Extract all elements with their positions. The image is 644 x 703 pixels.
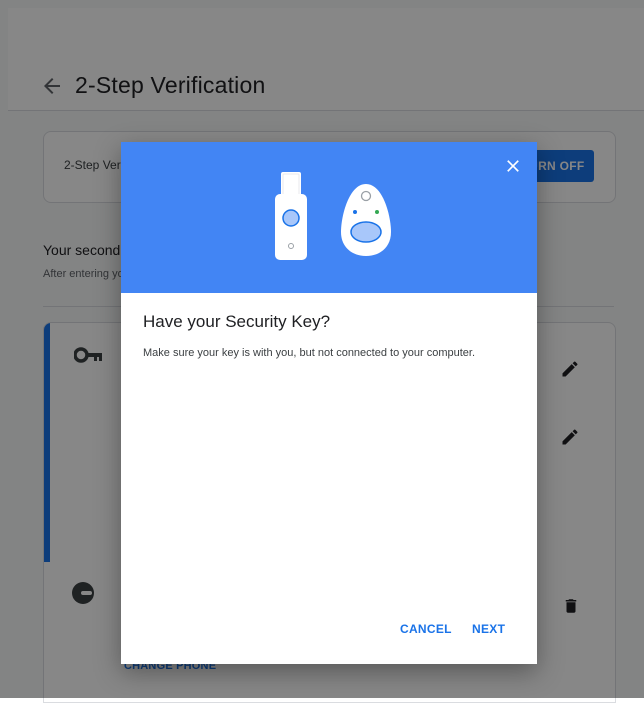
dialog-text: Make sure your key is with you, but not … <box>143 347 476 359</box>
security-key-dialog: Have your Security Key? Make sure your k… <box>121 142 537 664</box>
security-key-usb-icon <box>275 172 307 260</box>
dialog-title: Have your Security Key? <box>143 312 331 331</box>
cancel-button[interactable]: CANCEL <box>400 622 452 636</box>
security-key-fob-icon <box>341 184 391 256</box>
security-keys-illustration <box>275 172 391 260</box>
close-icon[interactable] <box>503 156 523 176</box>
next-button[interactable]: NEXT <box>472 622 505 636</box>
dialog-hero <box>121 142 537 293</box>
